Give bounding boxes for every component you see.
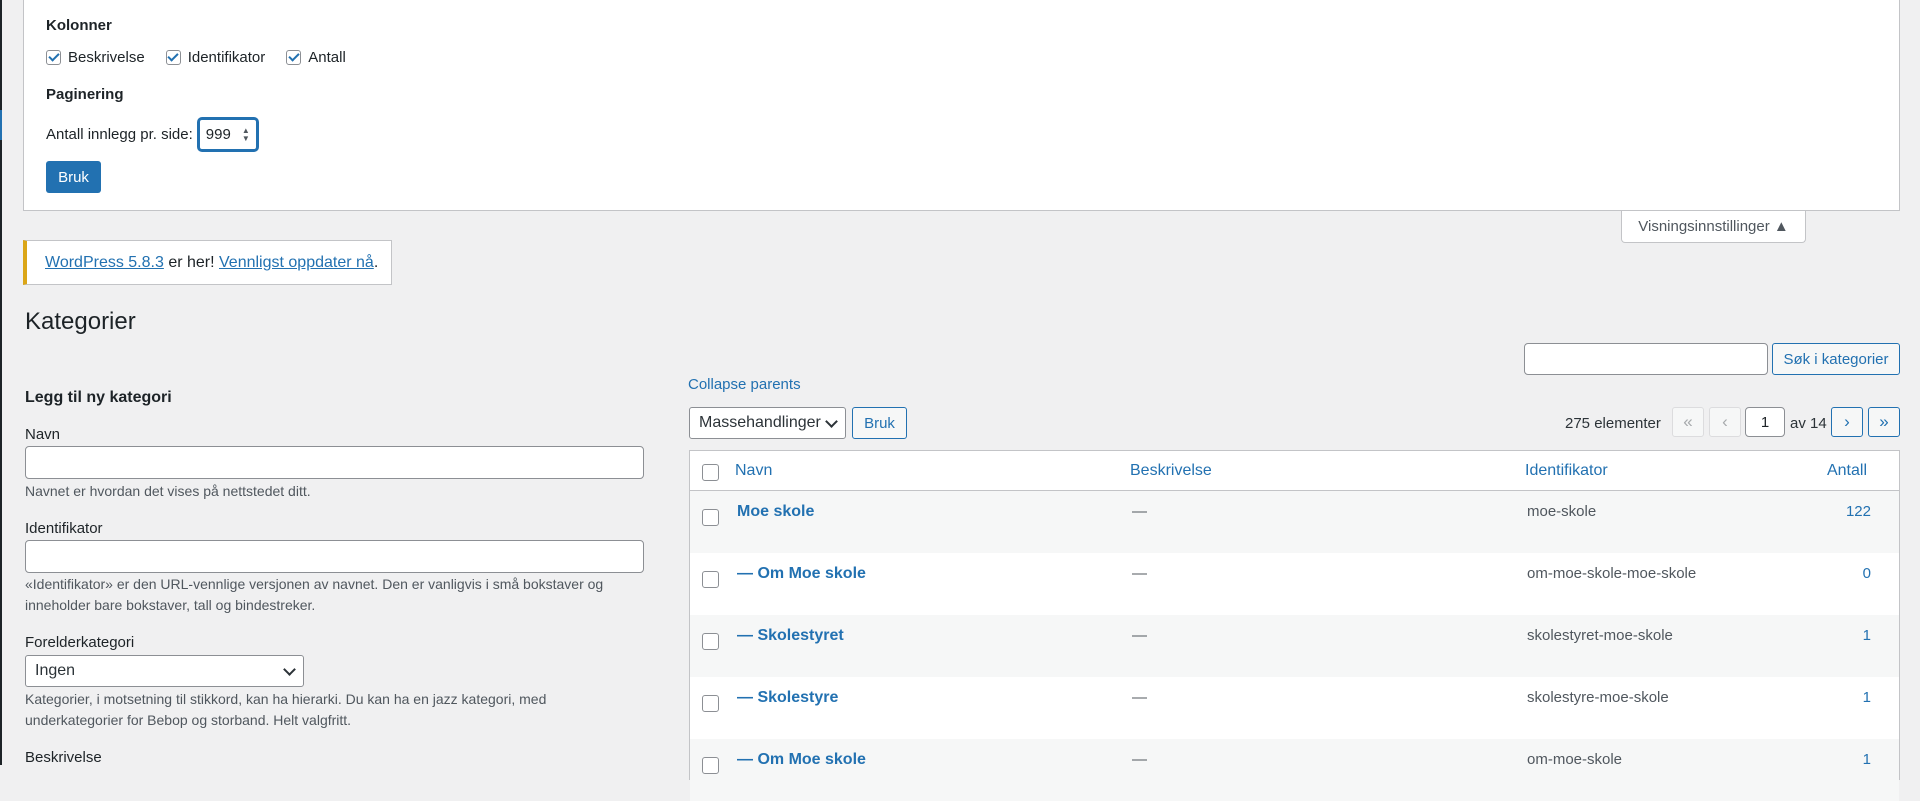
page-title: Kategorier [25, 308, 136, 335]
update-now-link[interactable]: Vennligst oppdater nå [219, 254, 374, 272]
row-name-link[interactable]: — Skolestyret [737, 627, 844, 645]
current-page-input[interactable]: 1 [1745, 407, 1785, 437]
per-page-row: Antall innlegg pr. side: 999 ▲ ▼ [46, 118, 258, 151]
wordpress-version-link[interactable]: WordPress 5.8.3 [45, 254, 164, 272]
bulk-actions-value: Massehandlinger [699, 414, 821, 431]
column-toggle-description[interactable]: Beskrivelse [46, 49, 145, 66]
column-toggle-slug[interactable]: Identifikator [165, 49, 266, 66]
search-categories-button[interactable]: Søk i kategorier [1772, 343, 1900, 375]
checkbox-description[interactable] [46, 50, 61, 65]
select-all-checkbox[interactable] [702, 464, 719, 481]
row-description: — [1132, 565, 1147, 582]
total-pages-label: av 14 [1790, 415, 1827, 432]
chevron-down-icon [283, 662, 296, 676]
columns-checkboxes: Beskrivelse Identifikator Antall [46, 49, 367, 66]
row-count-link[interactable]: 122 [1846, 503, 1871, 520]
row-count-link[interactable]: 0 [1863, 565, 1871, 582]
row-name-link[interactable]: — Skolestyre [737, 689, 838, 707]
parent-select-value: Ingen [35, 662, 76, 679]
row-checkbox[interactable] [702, 571, 719, 588]
row-checkbox[interactable] [702, 509, 719, 526]
checkbox-count[interactable] [286, 50, 302, 65]
admin-sidebar-accent [0, 110, 2, 140]
row-name-link[interactable]: Moe skole [737, 503, 814, 521]
slug-input[interactable] [25, 540, 644, 573]
column-label-slug: Identifikator [187, 49, 266, 66]
next-page-button[interactable]: › [1831, 407, 1863, 437]
row-slug: moe-skole [1527, 503, 1597, 520]
row-checkbox[interactable] [702, 695, 719, 712]
item-count: 275 elementer [1565, 415, 1661, 432]
row-description: — [1132, 689, 1147, 706]
name-label: Navn [25, 426, 61, 443]
column-toggle-count[interactable]: Antall [286, 49, 346, 66]
table-row: — Om Moe skole — om-moe-skole-moe-skole … [690, 553, 1899, 615]
row-count-link[interactable]: 1 [1863, 689, 1871, 706]
notice-end: . [373, 253, 379, 271]
description-label: Beskrivelse [25, 749, 102, 766]
table-header: Navn Beskrivelse Identifikator Antall [690, 451, 1899, 491]
bulk-actions-select[interactable]: Massehandlinger [689, 407, 846, 439]
notice-text: er her! [163, 253, 220, 271]
name-input[interactable] [25, 446, 644, 479]
categories-table: Navn Beskrivelse Identifikator Antall Mo… [689, 450, 1900, 801]
row-slug: skolestyret-moe-skole [1527, 627, 1673, 644]
header-slug[interactable]: Identifikator [1525, 462, 1608, 480]
table-row: — Om Moe skole — om-moe-skole 1 [690, 739, 1899, 801]
row-slug: skolestyre-moe-skole [1527, 689, 1669, 706]
add-category-heading: Legg til ny kategori [25, 389, 172, 406]
row-name-link[interactable]: — Om Moe skole [737, 565, 866, 583]
row-checkbox[interactable] [702, 757, 719, 774]
checkbox-slug[interactable] [165, 50, 181, 65]
row-count-link[interactable]: 1 [1863, 627, 1871, 644]
first-page-button[interactable]: « [1672, 407, 1704, 437]
column-label-count: Antall [308, 49, 346, 66]
row-description: — [1132, 503, 1147, 520]
pagination-heading: Paginering [46, 86, 124, 103]
row-slug: om-moe-skole-moe-skole [1527, 565, 1697, 582]
category-search-input[interactable] [1524, 343, 1768, 375]
prev-page-button[interactable]: ‹ [1709, 407, 1741, 437]
row-count-link[interactable]: 1 [1863, 751, 1871, 768]
per-page-label: Antall innlegg pr. side: [46, 126, 193, 143]
table-row: — Skolestyret — skolestyret-moe-skole 1 [690, 615, 1899, 677]
table-row: Moe skole — moe-skole 122 [690, 491, 1899, 553]
row-name-link[interactable]: — Om Moe skole [737, 751, 866, 769]
table-row: — Skolestyre — skolestyre-moe-skole 1 [690, 677, 1899, 739]
header-description[interactable]: Beskrivelse [1130, 462, 1212, 480]
row-description: — [1132, 627, 1147, 644]
screen-options-panel: Kolonner Beskrivelse Identifikator Antal… [23, 0, 1900, 211]
columns-heading: Kolonner [46, 17, 112, 34]
parent-label: Forelderkategori [25, 634, 135, 651]
last-page-button[interactable]: » [1868, 407, 1900, 437]
chevron-down-icon [825, 414, 838, 428]
per-page-value: 999 [205, 126, 231, 143]
update-notice: WordPress 5.8.3 er her! Vennligst oppdat… [23, 240, 392, 285]
name-help: Navnet er hvordan det vises på nettstede… [25, 483, 311, 499]
row-checkbox[interactable] [702, 633, 719, 650]
screen-options-toggle[interactable]: Visningsinnstillinger ▲ [1621, 211, 1806, 243]
slug-help: «Identifikator» er den URL-vennlige vers… [25, 576, 604, 613]
per-page-input[interactable]: 999 ▲ ▼ [197, 118, 258, 151]
parent-select[interactable]: Ingen [25, 655, 304, 687]
header-name[interactable]: Navn [735, 462, 772, 480]
bulk-apply-button[interactable]: Bruk [852, 407, 907, 439]
slug-label: Identifikator [25, 520, 103, 537]
collapse-parents-link[interactable]: Collapse parents [688, 376, 801, 393]
header-count[interactable]: Antall [1827, 462, 1867, 480]
stepper-icon[interactable]: ▲ ▼ [242, 126, 250, 143]
row-description: — [1132, 751, 1147, 768]
parent-help: Kategorier, i motsetning til stikkord, k… [25, 691, 547, 728]
apply-screen-options-button[interactable]: Bruk [46, 161, 101, 193]
column-label-description: Beskrivelse [68, 49, 145, 66]
row-slug: om-moe-skole [1527, 751, 1623, 768]
